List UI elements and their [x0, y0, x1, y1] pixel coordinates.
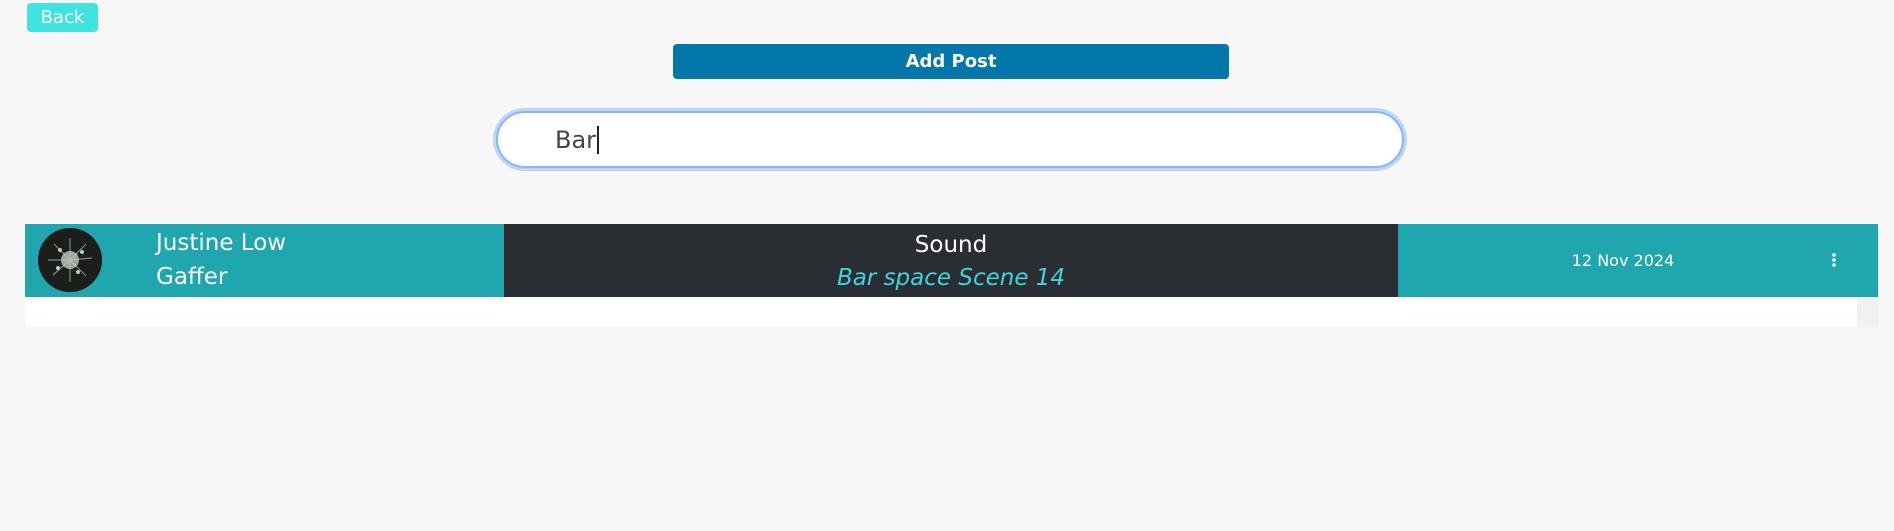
post-description: Bar space Scene 14 — [836, 265, 1066, 291]
avatar — [38, 228, 102, 292]
post-user-cell: Justine Low Gaffer — [25, 224, 504, 297]
back-button-label: Back — [40, 7, 85, 28]
list-footer-strip — [25, 297, 1857, 327]
text-caret — [597, 125, 600, 154]
avatar-image — [38, 228, 102, 292]
vertical-dots-icon — [1832, 253, 1836, 267]
search-input-value-wrap: Bar — [555, 125, 600, 154]
search-input[interactable]: Bar — [496, 111, 1404, 168]
post-user-role: Gaffer — [156, 264, 228, 290]
post-category: Sound — [914, 232, 988, 258]
post-user-name: Justine Low — [156, 230, 287, 256]
add-post-button[interactable]: Add Post — [673, 44, 1229, 79]
back-button[interactable]: Back — [27, 3, 98, 32]
search-input-value: Bar — [555, 125, 597, 154]
post-row[interactable]: Justine Low Gaffer Sound Bar space Scene… — [25, 224, 1878, 297]
add-post-button-label: Add Post — [905, 51, 997, 72]
scrollbar-track[interactable] — [1857, 297, 1878, 327]
post-meta-cell: 12 Nov 2024 — [1398, 224, 1878, 297]
post-content-cell: Sound Bar space Scene 14 — [504, 224, 1398, 297]
post-menu-button[interactable] — [1828, 248, 1840, 272]
post-date: 12 Nov 2024 — [1571, 251, 1675, 270]
